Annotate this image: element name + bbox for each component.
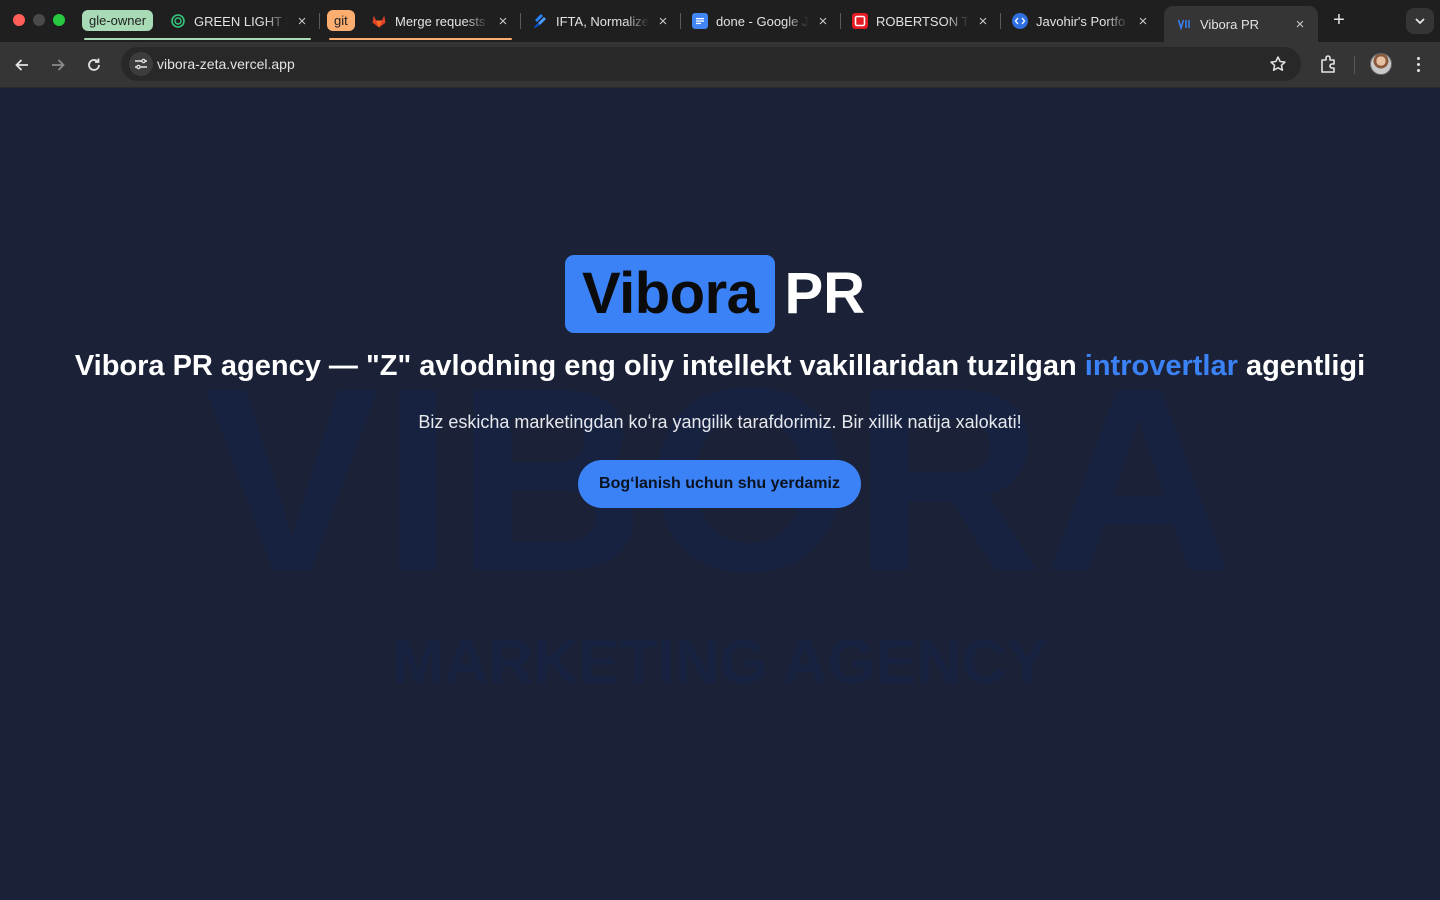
tab-title: Javohir's Portfo xyxy=(1036,13,1126,29)
browser-toolbar: vibora-zeta.vercel.app xyxy=(0,42,1440,88)
logo-boxed-text: Vibora xyxy=(565,255,776,333)
tab-separator xyxy=(520,13,521,29)
close-tab-icon[interactable]: × xyxy=(1292,16,1308,33)
close-window-button[interactable] xyxy=(13,14,25,26)
new-tab-button[interactable]: + xyxy=(1328,9,1350,31)
headline: Vibora PR agency — "Z" avlodning eng oli… xyxy=(0,346,1440,386)
code-icon xyxy=(1012,13,1028,29)
back-button[interactable] xyxy=(9,52,35,78)
tab-group-label[interactable]: git xyxy=(327,10,355,31)
tab-strip: gle-owner GREEN LIGHT E × git Merge requ… xyxy=(0,0,1440,42)
tune-icon xyxy=(135,58,147,70)
puzzle-icon xyxy=(1321,55,1335,73)
contact-button[interactable]: Bogʻlanish uchun shu yerdamiz xyxy=(578,460,861,508)
tab-vibora-pr[interactable]: Vibora PR × xyxy=(1164,6,1318,42)
extensions-button[interactable] xyxy=(1318,53,1340,75)
tab-title: Vibora PR xyxy=(1200,16,1260,32)
close-tab-icon[interactable]: × xyxy=(815,13,831,30)
headline-text: Vibora PR agency — "Z" avlodning eng oli… xyxy=(74,350,1085,382)
tab-merge-requests[interactable]: Merge requests × xyxy=(371,8,511,34)
star-icon xyxy=(1270,56,1286,71)
arrow-left-icon xyxy=(15,59,28,71)
tab-separator xyxy=(1000,13,1001,29)
green-light-icon xyxy=(170,13,186,29)
tab-separator xyxy=(319,13,320,29)
bookmark-star-button[interactable] xyxy=(1269,55,1287,73)
browser-menu-button[interactable] xyxy=(1407,53,1429,75)
google-docs-icon xyxy=(692,13,708,29)
vibora-icon xyxy=(1176,16,1192,32)
forward-button[interactable] xyxy=(45,52,71,78)
profile-avatar[interactable] xyxy=(1370,53,1392,75)
toolbar-separator xyxy=(1354,56,1355,74)
headline-text-end: agentligi xyxy=(1237,350,1366,382)
background-subtitle: MARKETING AGENCY xyxy=(392,628,1048,697)
jira-icon xyxy=(532,13,548,29)
site-info-button[interactable] xyxy=(129,52,153,76)
tab-group-label[interactable]: gle-owner xyxy=(82,10,154,31)
tab-green-light[interactable]: GREEN LIGHT E × xyxy=(170,8,310,34)
tagline: Biz eskicha marketingdan koʻra yangilik … xyxy=(418,412,1022,432)
logo: Vibora PR xyxy=(565,255,865,333)
reload-icon xyxy=(88,58,100,71)
tab-group-underline xyxy=(84,38,311,40)
tab-separator xyxy=(680,13,681,29)
tab-search-button[interactable] xyxy=(1406,8,1434,34)
tab-google-docs[interactable]: done - Google J × xyxy=(692,8,831,34)
tab-group-underline xyxy=(329,38,512,40)
tab-title: GREEN LIGHT E xyxy=(194,13,288,29)
close-tab-icon[interactable]: × xyxy=(1135,13,1151,30)
chevron-down-icon xyxy=(1415,18,1425,25)
gitlab-icon xyxy=(371,13,387,29)
tab-separator xyxy=(840,13,841,29)
url-text[interactable]: vibora-zeta.vercel.app xyxy=(157,47,295,81)
arrow-right-icon xyxy=(52,59,65,71)
logo-suffix: PR xyxy=(784,261,866,326)
minimize-window-button[interactable] xyxy=(33,14,45,26)
reload-button[interactable] xyxy=(81,52,107,78)
close-tab-icon[interactable]: × xyxy=(495,13,511,30)
tab-title: ROBERTSON TI xyxy=(876,13,969,29)
tab-ifta[interactable]: IFTA, Normalize × xyxy=(532,8,671,34)
tab-title: Merge requests xyxy=(395,13,486,29)
tab-title: done - Google J xyxy=(716,13,809,29)
maximize-window-button[interactable] xyxy=(53,14,65,26)
close-tab-icon[interactable]: × xyxy=(975,13,991,30)
tab-title: IFTA, Normalize xyxy=(556,13,649,29)
tab-robertson[interactable]: ROBERTSON TI × xyxy=(852,8,991,34)
headline-accent: introvertlar xyxy=(1084,350,1238,382)
address-bar[interactable]: vibora-zeta.vercel.app xyxy=(121,47,1301,81)
close-tab-icon[interactable]: × xyxy=(294,13,310,30)
close-tab-icon[interactable]: × xyxy=(655,13,671,30)
tab-portfolio[interactable]: Javohir's Portfo × xyxy=(1012,8,1151,34)
page-content: VIBORA MARKETING AGENCY Vibora PR Vibora… xyxy=(0,88,1440,900)
robertson-icon xyxy=(852,13,868,29)
